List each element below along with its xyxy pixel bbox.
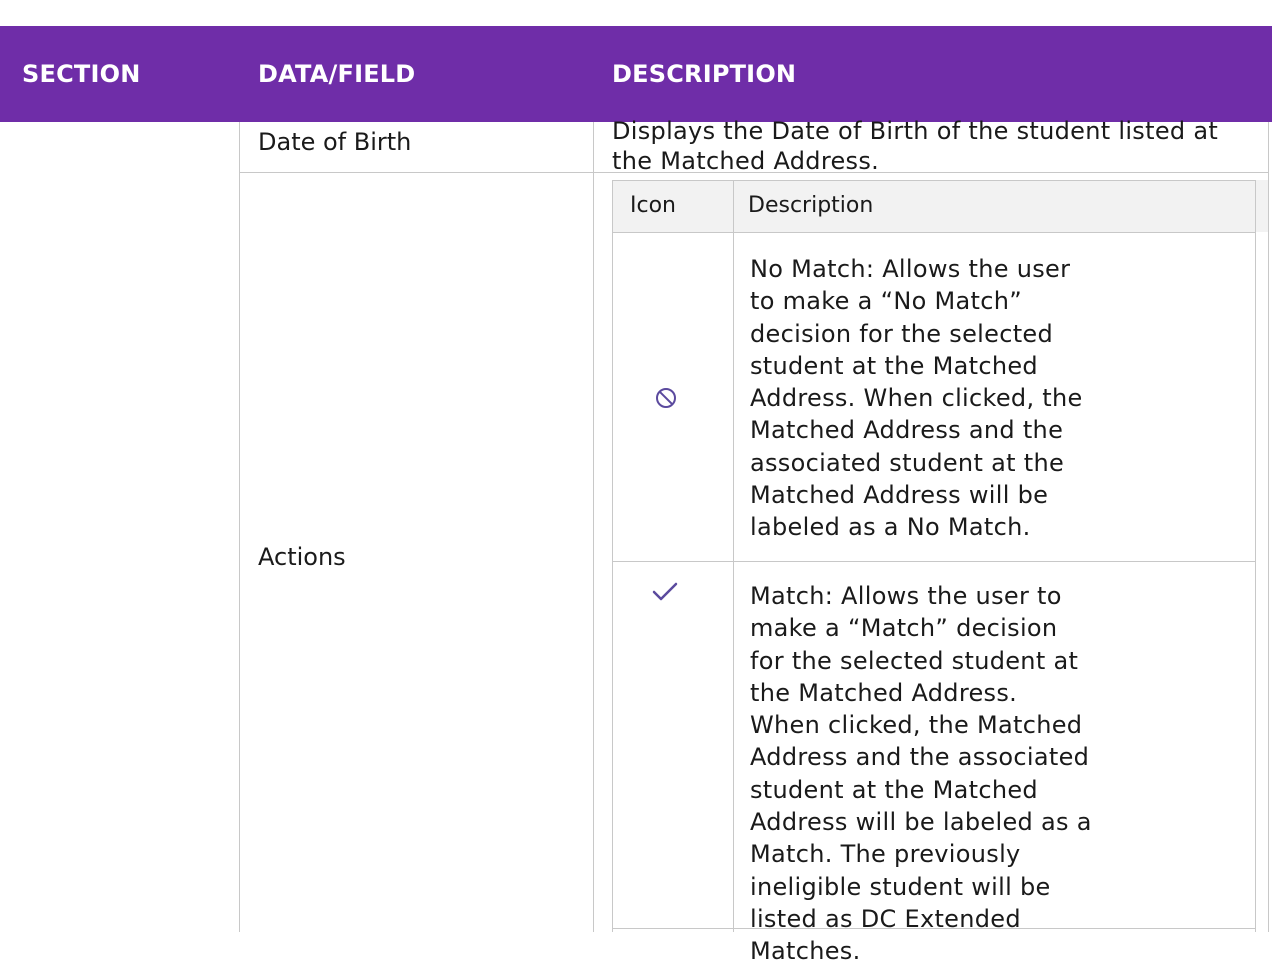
field-date-of-birth: Date of Birth bbox=[258, 128, 412, 156]
no-match-icon[interactable] bbox=[654, 386, 678, 414]
description-date-of-birth-visible: Displays the Date of Birth of the studen… bbox=[612, 116, 1262, 176]
grid-line bbox=[593, 122, 594, 932]
header-description: DESCRIPTION bbox=[612, 60, 797, 88]
inner-grid-line bbox=[612, 180, 1256, 181]
grid-line bbox=[239, 122, 240, 932]
no-match-description: No Match: Allows the user to make a “No … bbox=[750, 255, 1083, 542]
match-description: Match: Allows the user to make a “Match”… bbox=[750, 582, 1092, 966]
inner-grid-line bbox=[733, 180, 734, 932]
inner-table-header: Icon Description bbox=[612, 180, 1268, 232]
grid-line bbox=[1268, 122, 1269, 932]
inner-header-icon: Icon bbox=[630, 193, 676, 218]
field-actions: Actions bbox=[258, 543, 346, 571]
inner-grid-line bbox=[612, 180, 613, 932]
header-section: SECTION bbox=[22, 60, 141, 88]
inner-grid-line bbox=[612, 232, 1256, 233]
inner-grid-line bbox=[612, 561, 1256, 562]
inner-grid-line bbox=[1255, 180, 1256, 932]
checkmark-icon[interactable] bbox=[651, 580, 679, 608]
inner-header-description: Description bbox=[748, 193, 874, 218]
table-header: SECTION DATA/FIELD DESCRIPTION bbox=[0, 26, 1272, 122]
header-data-field: DATA/FIELD bbox=[258, 60, 416, 88]
description-text: Displays the Date of Birth of the studen… bbox=[612, 117, 1219, 175]
